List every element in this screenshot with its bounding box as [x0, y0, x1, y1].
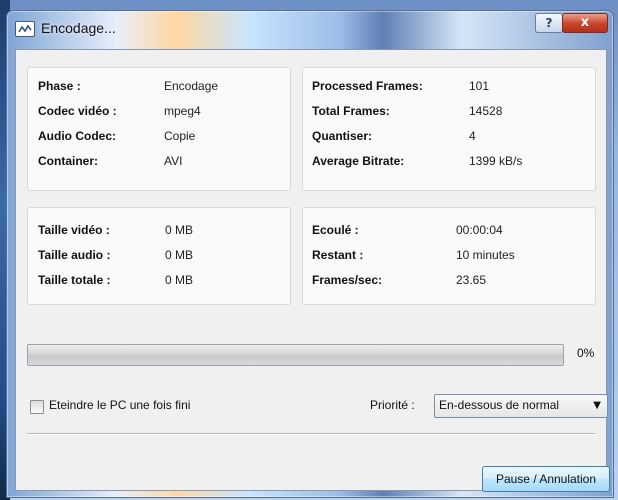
stats-panel: Processed Frames: 101 Total Frames: 1452… — [302, 67, 596, 191]
encoding-progress-bar — [27, 344, 564, 366]
separator — [27, 433, 595, 435]
dialog-body: Phase : Encodage Codec vidéo : mpeg4 Aud… — [15, 49, 610, 492]
video-size-label: Taille vidéo : — [38, 223, 110, 237]
video-codec-value: mpeg4 — [164, 104, 201, 118]
processed-frames-label: Processed Frames: — [312, 79, 423, 93]
elapsed-value: 00:00:04 — [456, 223, 503, 237]
total-size-value: 0 MB — [165, 273, 194, 287]
size-panel: Taille vidéo : 0 MB Taille audio : 0 MB … — [27, 207, 291, 305]
encoding-dialog: Encodage... ? x Phase : Encodage Codec v… — [6, 10, 614, 498]
elapsed-label: Ecoulé : — [312, 223, 359, 237]
video-codec-label: Codec vidéo : — [38, 104, 117, 118]
close-button[interactable]: x — [562, 13, 608, 33]
processed-frames-value: 101 — [469, 79, 490, 93]
phase-label: Phase : — [38, 79, 81, 93]
total-frames-label: Total Frames: — [312, 104, 390, 118]
quantiser-label: Quantiser: — [312, 129, 373, 143]
audio-size-label: Taille audio : — [38, 248, 111, 262]
quantiser-value: 4 — [469, 129, 476, 143]
priority-label: Priorité : — [370, 398, 415, 412]
priority-selected-value: En-dessous de normal — [439, 398, 560, 412]
frames-per-sec-value: 23.65 — [456, 273, 487, 287]
pause-cancel-button[interactable]: Pause / Annulation — [482, 466, 610, 492]
container-label: Container: — [38, 154, 98, 168]
average-bitrate-value: 1399 kB/s — [469, 154, 523, 168]
total-frames-value: 14528 — [469, 104, 503, 118]
frames-per-sec-label: Frames/sec: — [312, 273, 383, 287]
audio-codec-label: Audio Codec: — [38, 129, 116, 143]
phase-value: Encodage — [164, 79, 219, 93]
priority-dropdown[interactable]: En-dessous de normal ▼ — [434, 394, 608, 418]
container-value: AVI — [164, 154, 183, 168]
shutdown-checkbox[interactable] — [30, 400, 44, 414]
audio-codec-value: Copie — [164, 129, 196, 143]
remaining-label: Restant : — [312, 248, 364, 262]
time-panel: Ecoulé : 00:00:04 Restant : 10 minutes F… — [302, 207, 596, 305]
average-bitrate-label: Average Bitrate: — [312, 154, 405, 168]
info-panel: Phase : Encodage Codec vidéo : mpeg4 Aud… — [27, 67, 291, 191]
title-bar[interactable]: Encodage... ? x — [7, 11, 613, 47]
remaining-value: 10 minutes — [456, 248, 515, 262]
window-title: Encodage... — [41, 20, 116, 36]
total-size-label: Taille totale : — [38, 273, 111, 287]
help-button[interactable]: ? — [535, 13, 563, 33]
video-size-value: 0 MB — [165, 223, 194, 237]
progress-percent: 0% — [577, 346, 595, 360]
shutdown-checkbox-label[interactable]: Eteindre le PC une fois fini — [49, 398, 190, 412]
audio-size-value: 0 MB — [165, 248, 194, 262]
chevron-down-icon: ▼ — [593, 400, 601, 411]
app-icon — [15, 21, 35, 37]
